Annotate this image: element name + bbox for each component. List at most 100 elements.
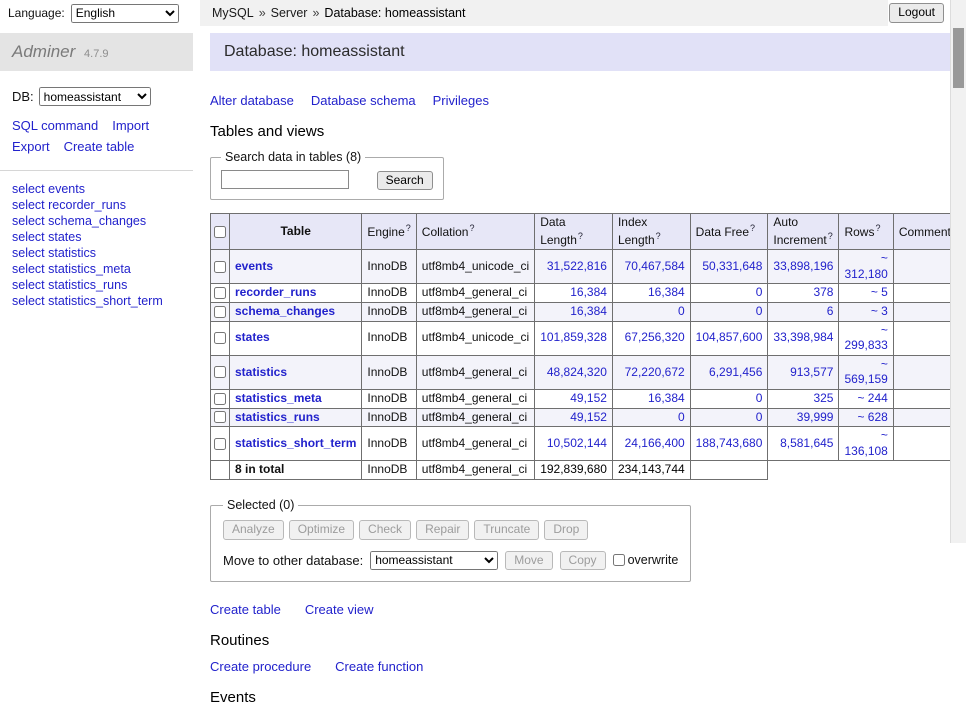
- cell-data-free-link[interactable]: 6,291,456: [709, 365, 762, 379]
- sidebar-table-link[interactable]: select schema_changes: [12, 213, 181, 229]
- sidebar-table-link[interactable]: select states: [12, 229, 181, 245]
- database-action-link[interactable]: Alter database: [210, 93, 294, 108]
- cell-data-free-link[interactable]: 0: [756, 391, 763, 405]
- row-checkbox[interactable]: [214, 261, 226, 273]
- cell-rows-link[interactable]: ~ 299,833: [844, 323, 887, 353]
- cell-data-free-link[interactable]: 188,743,680: [696, 436, 763, 450]
- cell-data-length-link[interactable]: 10,502,144: [547, 436, 607, 450]
- table-link[interactable]: schema_changes: [235, 304, 335, 318]
- cell-data-length-link[interactable]: 16,384: [570, 285, 607, 299]
- create-link[interactable]: Create view: [305, 602, 374, 617]
- sidebar-action-link[interactable]: Import: [112, 116, 149, 137]
- cell-auto-increment-link[interactable]: 8,581,645: [780, 436, 833, 450]
- cell-data-length-link[interactable]: 101,859,328: [540, 330, 607, 344]
- cell-auto-increment-link[interactable]: 378: [813, 285, 833, 299]
- scrollbar[interactable]: [950, 0, 966, 543]
- truncate-button[interactable]: Truncate: [474, 520, 539, 540]
- column-help-icon[interactable]: ?: [875, 223, 880, 233]
- row-checkbox[interactable]: [214, 393, 226, 405]
- cell-data-free-link[interactable]: 0: [756, 285, 763, 299]
- table-link[interactable]: statistics: [235, 365, 287, 379]
- table-link[interactable]: recorder_runs: [235, 285, 316, 299]
- cell-data-length-link[interactable]: 48,824,320: [547, 365, 607, 379]
- select-all-checkbox[interactable]: [214, 226, 226, 238]
- logout-button[interactable]: Logout: [889, 3, 944, 23]
- row-checkbox[interactable]: [214, 332, 226, 344]
- cell-auto-increment-link[interactable]: 33,898,196: [773, 259, 833, 273]
- search-input[interactable]: [221, 170, 349, 189]
- move-button[interactable]: Move: [505, 551, 552, 571]
- sidebar-action-link[interactable]: Export: [12, 137, 50, 158]
- column-help-icon[interactable]: ?: [828, 231, 833, 241]
- sidebar-table-link[interactable]: select events: [12, 181, 181, 197]
- cell-auto-increment-link[interactable]: 33,398,984: [773, 330, 833, 344]
- cell-index-length-link[interactable]: 0: [678, 304, 685, 318]
- create-link[interactable]: Create table: [210, 602, 281, 617]
- cell-rows-link[interactable]: ~ 5: [871, 285, 888, 299]
- cell-data-length-link[interactable]: 49,152: [570, 410, 607, 424]
- cell-rows-link[interactable]: ~ 312,180: [844, 251, 887, 281]
- cell-rows-link[interactable]: ~ 244: [857, 391, 887, 405]
- sidebar-action-link[interactable]: SQL command: [12, 116, 98, 137]
- cell-auto-increment-link[interactable]: 325: [813, 391, 833, 405]
- breadcrumb-link-mysql[interactable]: MySQL: [212, 6, 254, 20]
- column-help-icon[interactable]: ?: [578, 231, 583, 241]
- row-checkbox[interactable]: [214, 306, 226, 318]
- table-link[interactable]: events: [235, 259, 273, 273]
- drop-button[interactable]: Drop: [544, 520, 588, 540]
- cell-index-length-link[interactable]: 0: [678, 410, 685, 424]
- copy-button[interactable]: Copy: [560, 551, 606, 571]
- cell-index-length-link[interactable]: 67,256,320: [625, 330, 685, 344]
- table-link[interactable]: statistics_runs: [235, 410, 320, 424]
- optimize-button[interactable]: Optimize: [289, 520, 354, 540]
- cell-rows-link[interactable]: ~ 628: [857, 410, 887, 424]
- sidebar-table-link[interactable]: select statistics_meta: [12, 261, 181, 277]
- cell-index-length-link[interactable]: 70,467,584: [625, 259, 685, 273]
- check-button[interactable]: Check: [359, 520, 411, 540]
- routine-link[interactable]: Create procedure: [210, 659, 311, 674]
- table-link[interactable]: statistics_meta: [235, 391, 322, 405]
- cell-index-length-link[interactable]: 16,384: [648, 285, 685, 299]
- move-db-select[interactable]: homeassistant: [370, 551, 498, 570]
- sidebar-table-link[interactable]: select recorder_runs: [12, 197, 181, 213]
- column-help-icon[interactable]: ?: [750, 223, 755, 233]
- row-checkbox[interactable]: [214, 411, 226, 423]
- routine-link[interactable]: Create function: [335, 659, 423, 674]
- breadcrumb-link-server[interactable]: Server: [271, 6, 308, 20]
- row-checkbox[interactable]: [214, 366, 226, 378]
- cell-data-free-link[interactable]: 0: [756, 410, 763, 424]
- cell-index-length-link[interactable]: 72,220,672: [625, 365, 685, 379]
- overwrite-checkbox[interactable]: [613, 554, 625, 566]
- column-help-icon[interactable]: ?: [406, 223, 411, 233]
- cell-rows-link[interactable]: ~ 3: [871, 304, 888, 318]
- cell-data-free-link[interactable]: 104,857,600: [696, 330, 763, 344]
- database-action-link[interactable]: Database schema: [311, 93, 416, 108]
- cell-data-length-link[interactable]: 31,522,816: [547, 259, 607, 273]
- cell-index-length-link[interactable]: 24,166,400: [625, 436, 685, 450]
- table-link[interactable]: states: [235, 330, 270, 344]
- sidebar-table-link[interactable]: select statistics: [12, 245, 181, 261]
- cell-rows-link[interactable]: ~ 136,108: [844, 428, 887, 458]
- sidebar-action-link[interactable]: Create table: [64, 137, 135, 158]
- search-button[interactable]: Search: [377, 171, 433, 191]
- db-select[interactable]: homeassistant: [39, 87, 151, 106]
- cell-auto-increment-link[interactable]: 39,999: [797, 410, 834, 424]
- table-link[interactable]: statistics_short_term: [235, 436, 356, 450]
- row-checkbox[interactable]: [214, 287, 226, 299]
- sidebar-table-link[interactable]: select statistics_runs: [12, 277, 181, 293]
- scrollbar-thumb[interactable]: [953, 28, 964, 88]
- cell-data-length-link[interactable]: 16,384: [570, 304, 607, 318]
- column-help-icon[interactable]: ?: [656, 231, 661, 241]
- cell-data-free-link[interactable]: 50,331,648: [702, 259, 762, 273]
- cell-data-free-link[interactable]: 0: [756, 304, 763, 318]
- cell-auto-increment-link[interactable]: 913,577: [790, 365, 833, 379]
- repair-button[interactable]: Repair: [416, 520, 469, 540]
- cell-rows-link[interactable]: ~ 569,159: [844, 357, 887, 387]
- row-checkbox[interactable]: [214, 438, 226, 450]
- sidebar-table-link[interactable]: select statistics_short_term: [12, 293, 181, 309]
- cell-data-length-link[interactable]: 49,152: [570, 391, 607, 405]
- cell-auto-increment-link[interactable]: 6: [827, 304, 834, 318]
- analyze-button[interactable]: Analyze: [223, 520, 284, 540]
- language-select[interactable]: English: [71, 4, 179, 23]
- column-help-icon[interactable]: ?: [469, 223, 474, 233]
